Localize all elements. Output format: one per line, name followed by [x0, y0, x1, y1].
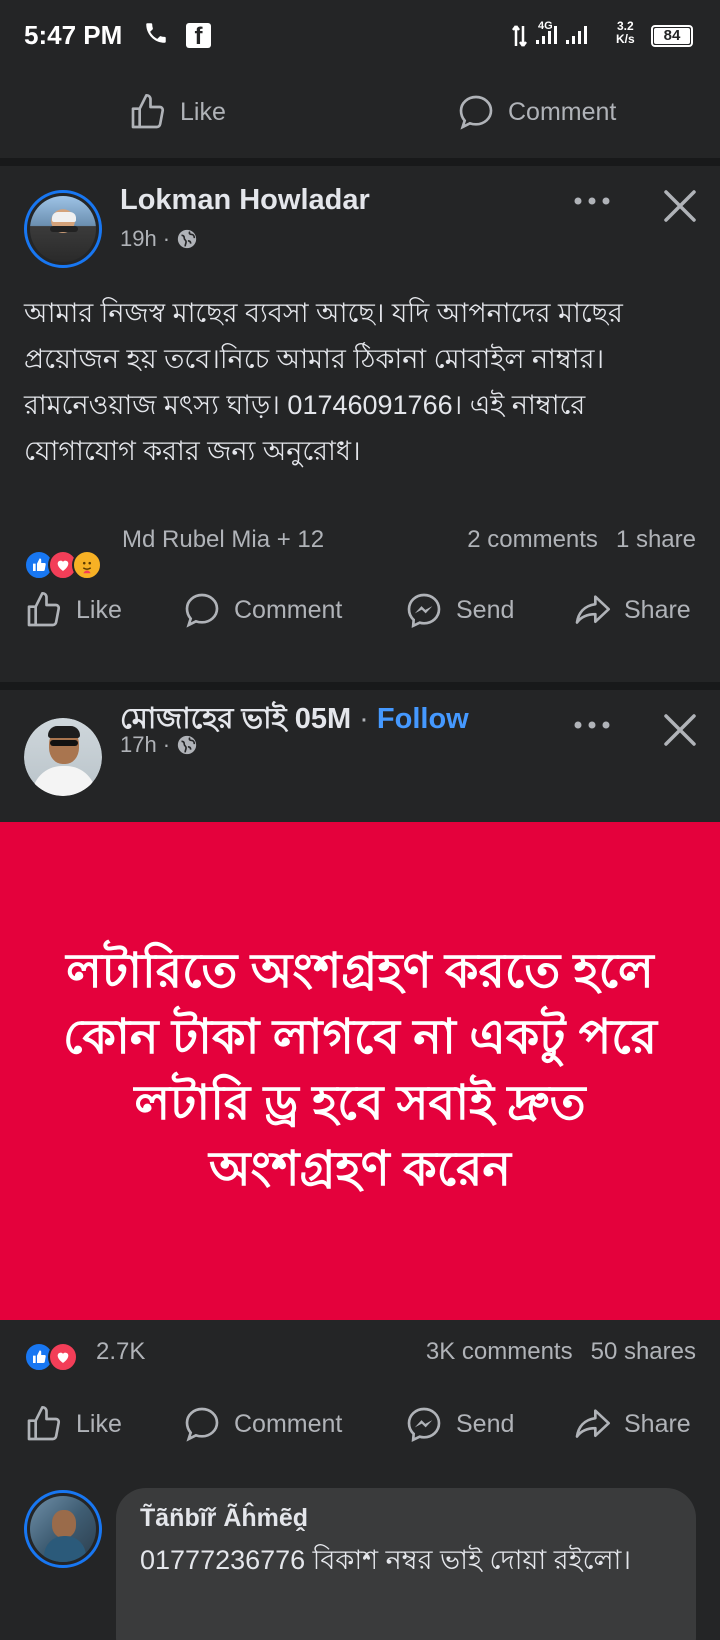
- avatar[interactable]: [24, 718, 102, 796]
- send-label: Send: [456, 595, 515, 624]
- comments-count[interactable]: 2 comments: [467, 526, 598, 554]
- post-author[interactable]: Lokman Howladar: [120, 184, 370, 217]
- signal-icon: 4G: [512, 18, 612, 57]
- reaction-icons[interactable]: [24, 1342, 78, 1372]
- reactions-summary[interactable]: Md Rubel Mia + 12: [122, 526, 324, 554]
- avatar[interactable]: [24, 1490, 102, 1568]
- comment-bubble-icon: [185, 593, 219, 628]
- facebook-notification-icon: f: [186, 23, 211, 50]
- network-type: 4G: [538, 20, 553, 32]
- love-reaction-icon: [48, 1342, 78, 1372]
- send-button[interactable]: Send: [404, 590, 514, 630]
- share-button[interactable]: Share: [572, 590, 691, 630]
- banner-text: লটারিতে অংশগ্রহণ করতে হলে কোন টাকা লাগবে…: [62, 945, 658, 1196]
- messenger-icon: [407, 1407, 441, 1443]
- post-meta: 19h ·: [120, 226, 198, 252]
- battery-icon: 84: [651, 25, 693, 47]
- reactions-summary[interactable]: 2.7K: [96, 1338, 145, 1366]
- comments-count[interactable]: 3K comments: [426, 1338, 573, 1366]
- battery-level: 84: [654, 28, 690, 44]
- comment-bubble-icon: [185, 1407, 219, 1442]
- comment-item: T̃ãñbĩř Ãĥṁẽḓ 01777236776 বিকাশ নম্বর ভা…: [0, 1476, 720, 1640]
- like-button[interactable]: Like: [24, 590, 122, 630]
- post-time: 17h: [120, 732, 157, 757]
- reaction-icons[interactable]: [24, 550, 102, 580]
- like-button[interactable]: Like: [128, 92, 226, 132]
- more-options-icon[interactable]: [572, 194, 612, 212]
- post-text: আমার নিজস্ব মাছের ব্যবসা আছে। যদি আপনাদে…: [24, 298, 623, 466]
- meta-separator: ·: [162, 732, 171, 757]
- post-footer: 2.7K 3K comments 50 shares Like Comment …: [0, 1320, 720, 1476]
- meta-separator: ·: [162, 226, 171, 251]
- like-button[interactable]: Like: [24, 1404, 122, 1444]
- previous-post-actions: Like Comment: [0, 72, 720, 158]
- feed-divider: [0, 158, 720, 166]
- post-card: Lokman Howladar 19h · আমার নিজস্ব মাছের …: [0, 166, 720, 682]
- comment-button[interactable]: Comment: [182, 1404, 342, 1444]
- thumbs-up-icon: [131, 94, 165, 129]
- globe-icon: [177, 229, 197, 249]
- author-separator: ·: [359, 703, 369, 735]
- speed-unit: K/s: [616, 32, 635, 46]
- close-icon[interactable]: [662, 188, 698, 229]
- like-label: Like: [76, 595, 122, 624]
- comment-bubble-icon: [459, 95, 493, 130]
- comment-label: Comment: [234, 1409, 343, 1438]
- send-button[interactable]: Send: [404, 1404, 514, 1444]
- network-speed: 3.2 K/s: [616, 20, 635, 46]
- more-options-icon[interactable]: [572, 718, 612, 736]
- comment-text: 01777236776 বিকাশ নম্বর ভাই দোয়া রইলো।: [140, 1545, 632, 1575]
- share-arrow-icon: [575, 595, 610, 624]
- comment-button[interactable]: Comment: [182, 590, 342, 630]
- avatar[interactable]: [24, 190, 102, 268]
- post-meta: 17h ·: [120, 732, 198, 758]
- globe-icon: [177, 735, 197, 755]
- like-label: Like: [180, 97, 226, 126]
- follow-button[interactable]: Follow: [377, 703, 469, 735]
- share-label: Share: [624, 595, 691, 624]
- like-label: Like: [76, 1409, 122, 1438]
- post-time: 19h: [120, 226, 157, 251]
- messenger-icon: [407, 593, 441, 629]
- shares-count[interactable]: 1 share: [616, 526, 696, 554]
- share-label: Share: [624, 1409, 691, 1438]
- thumbs-up-icon: [27, 1406, 61, 1441]
- thumbs-up-icon: [27, 592, 61, 627]
- post-author[interactable]: মোজাহের ভাই 05M: [120, 703, 351, 735]
- share-arrow-icon: [575, 1409, 610, 1438]
- share-button[interactable]: Share: [572, 1404, 691, 1444]
- engagement-counts: 2 comments 1 share: [467, 526, 696, 554]
- comment-author[interactable]: T̃ãñbĩř Ãĥṁẽḓ: [140, 1504, 308, 1533]
- phone-call-icon: [143, 20, 169, 51]
- comment-label: Comment: [234, 595, 343, 624]
- close-icon[interactable]: [662, 712, 698, 753]
- comment-button[interactable]: Comment: [456, 92, 616, 132]
- send-label: Send: [456, 1409, 515, 1438]
- feed-divider: [0, 682, 720, 690]
- engagement-counts: 3K comments 50 shares: [426, 1338, 696, 1366]
- shares-count[interactable]: 50 shares: [591, 1338, 696, 1366]
- speed-value: 3.2: [617, 19, 634, 33]
- status-time: 5:47 PM: [24, 20, 123, 50]
- care-reaction-icon: [72, 550, 102, 580]
- comment-label: Comment: [508, 97, 617, 126]
- status-bar: 5:47 PM f 4G 3.2 K/s 84: [0, 0, 720, 72]
- post-image-banner[interactable]: লটারিতে অংশগ্রহণ করতে হলে কোন টাকা লাগবে…: [0, 822, 720, 1320]
